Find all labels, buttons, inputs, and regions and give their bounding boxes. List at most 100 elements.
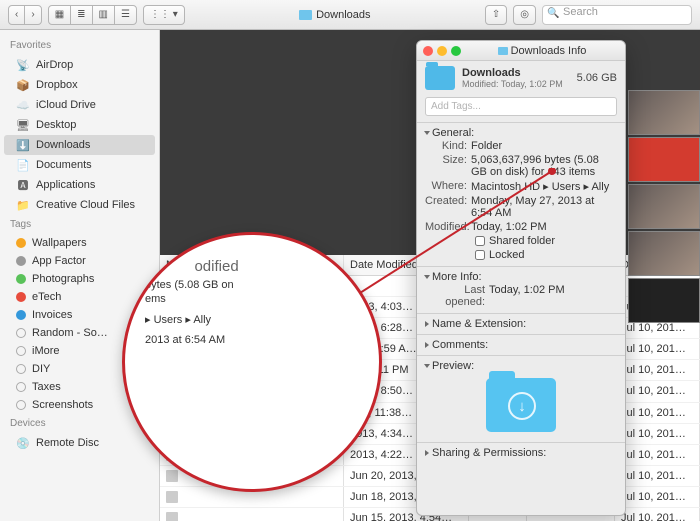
finder-toolbar: ‹ › ▦ ≣ ▥ ☰ ⋮⋮ ▾ Downloads ⇧ ◎ Search [0,0,700,30]
section-comments: Comments: [417,334,625,355]
sidebar-item-label: Dropbox [36,79,78,91]
download-folder-icon [486,378,556,432]
sidebar-item-label: Applications [36,179,95,191]
info-header: Downloads Modified: Today, 1:02 PM 5.06 … [417,61,625,95]
minimize-icon[interactable] [437,46,447,56]
file-icon [166,470,178,482]
view-switcher: ▦ ≣ ▥ ☰ [48,5,137,25]
sidebar-icon: 🖥 [16,118,30,132]
sidebar-item-label: Remote Disc [36,437,99,449]
add-tags-field[interactable]: Add Tags... [425,97,617,116]
get-info-panel: Downloads Info Downloads Modified: Today… [416,40,626,516]
lens-line-4: 2013 at 6:54 AM [145,330,234,350]
sidebar-item-airdrop[interactable]: 📡 AirDrop [0,55,159,75]
sidebar: Favorites 📡 AirDrop 📦 Dropbox ☁️ iCloud Drive… [0,30,160,521]
sidebar-tag-app-factor[interactable]: App Factor [0,252,159,270]
sidebar-item-label: App Factor [32,255,86,267]
sidebar-tag-photographs[interactable]: Photographs [0,270,159,288]
tag-dot-icon [16,256,26,266]
disclosure-triangle-icon[interactable] [425,321,429,327]
sidebar-item-label: Desktop [36,119,76,131]
info-modified-short: Modified: Today, 1:02 PM [462,79,563,89]
tags-button[interactable]: ◎ [513,5,536,25]
section-sharing: Sharing & Permissions: [417,442,625,463]
sidebar-item-label: AirDrop [36,59,73,71]
sidebar-item-label: Downloads [36,139,90,151]
section-name-extension: Name & Extension: [417,313,625,334]
folder-icon [299,10,312,20]
sidebar-item-label: Random - So… [32,327,108,339]
disclosure-triangle-icon[interactable] [424,364,430,368]
section-preview: Preview: [417,355,625,442]
disclosure-triangle-icon[interactable] [425,450,429,456]
sidebar-icon: 📡 [16,58,30,72]
tag-dot-icon [16,310,26,320]
shared-folder-checkbox[interactable] [475,236,485,246]
sidebar-item-label: iCloud Drive [36,99,96,111]
info-size: 5.06 GB [577,72,617,84]
sidebar-icon: 📦 [16,78,30,92]
disclosure-triangle-icon[interactable] [424,131,430,135]
close-icon[interactable] [423,46,433,56]
sidebar-item-icloud-drive[interactable]: ☁️ iCloud Drive [0,95,159,115]
sidebar-icon: 📄 [16,158,30,172]
sidebar-icon: ⬇️ [16,138,30,152]
disclosure-triangle-icon[interactable] [425,342,429,348]
tag-dot-icon [16,346,26,356]
sidebar-item-label: eTech [32,291,61,303]
tag-dot-icon [16,292,26,302]
sidebar-item-label: Taxes [32,381,61,393]
folder-icon [425,66,455,90]
sidebar-item-creative-cloud-files[interactable]: 📁Creative Cloud Files [0,195,159,215]
info-modified: Today, 1:02 PM [471,221,617,233]
sidebar-item-label: iMore [32,345,60,357]
info-titlebar: Downloads Info [417,41,625,61]
file-icon [166,491,178,503]
sidebar-item-dropbox[interactable]: 📦 Dropbox [0,75,159,95]
sidebar-icon: 💿 [16,436,30,450]
sidebar-icon: ☁️ [16,98,30,112]
tag-dot-icon [16,382,26,392]
sidebar-item-label: Wallpapers [32,237,87,249]
sidebar-item-label: Photographs [32,273,94,285]
info-size-detail: 5,063,637,996 bytes (5.08 GB on disk) fo… [471,154,617,178]
sidebar-favorites-header: Favorites [0,36,159,55]
sidebar-item-downloads[interactable]: ⬇️ Downloads [4,135,155,155]
disclosure-triangle-icon[interactable] [424,275,430,279]
view-icon-button[interactable]: ▦ [48,5,71,25]
coverflow-thumbnails [628,90,700,323]
nav-back-forward: ‹ › [8,5,42,25]
locked-checkbox[interactable] [475,250,485,260]
section-more-info: More Info: Last opened:Today, 1:02 PM [417,266,625,313]
magnifier-callout: odified bytes (5.08 GB on ems ▸ Users ▸ … [122,232,382,492]
view-list-button[interactable]: ≣ [70,5,92,25]
sidebar-item-applications[interactable]: 🅰 Applications [0,175,159,195]
info-created: Monday, May 27, 2013 at 6:54 AM [471,195,617,219]
sidebar-item-documents[interactable]: 📄Documents [0,155,159,175]
share-button[interactable]: ⇧ [485,5,507,25]
info-where: Macintosh HD ▸ Users ▸ Ally [471,180,617,193]
sidebar-item-desktop[interactable]: 🖥 Desktop [0,115,159,135]
tag-dot-icon [16,328,26,338]
section-general: General: Kind:Folder Size:5,063,637,996 … [417,122,625,266]
back-button[interactable]: ‹ [8,5,25,25]
window-title: Downloads [191,9,479,21]
forward-button[interactable]: › [24,5,41,25]
view-column-button[interactable]: ▥ [92,5,115,25]
sidebar-tags-header: Tags [0,215,159,234]
sidebar-device-remote-disc[interactable]: 💿 Remote Disc [0,433,159,453]
search-input[interactable]: Search [542,5,692,25]
file-icon [166,512,178,521]
lens-line-3: ▸ Users ▸ Ally [145,310,234,330]
sidebar-tag-wallpapers[interactable]: Wallpapers [0,234,159,252]
folder-icon [498,47,508,55]
sidebar-icon: 🅰 [16,178,30,192]
zoom-icon[interactable] [451,46,461,56]
info-title: Downloads Info [511,45,587,57]
sidebar-item-label: DIY [32,363,50,375]
sidebar-item-label: Creative Cloud Files [36,199,135,211]
view-coverflow-button[interactable]: ☰ [114,5,137,25]
tag-dot-icon [16,274,26,284]
tag-dot-icon [16,400,26,410]
arrange-button[interactable]: ⋮⋮ ▾ [143,5,185,25]
